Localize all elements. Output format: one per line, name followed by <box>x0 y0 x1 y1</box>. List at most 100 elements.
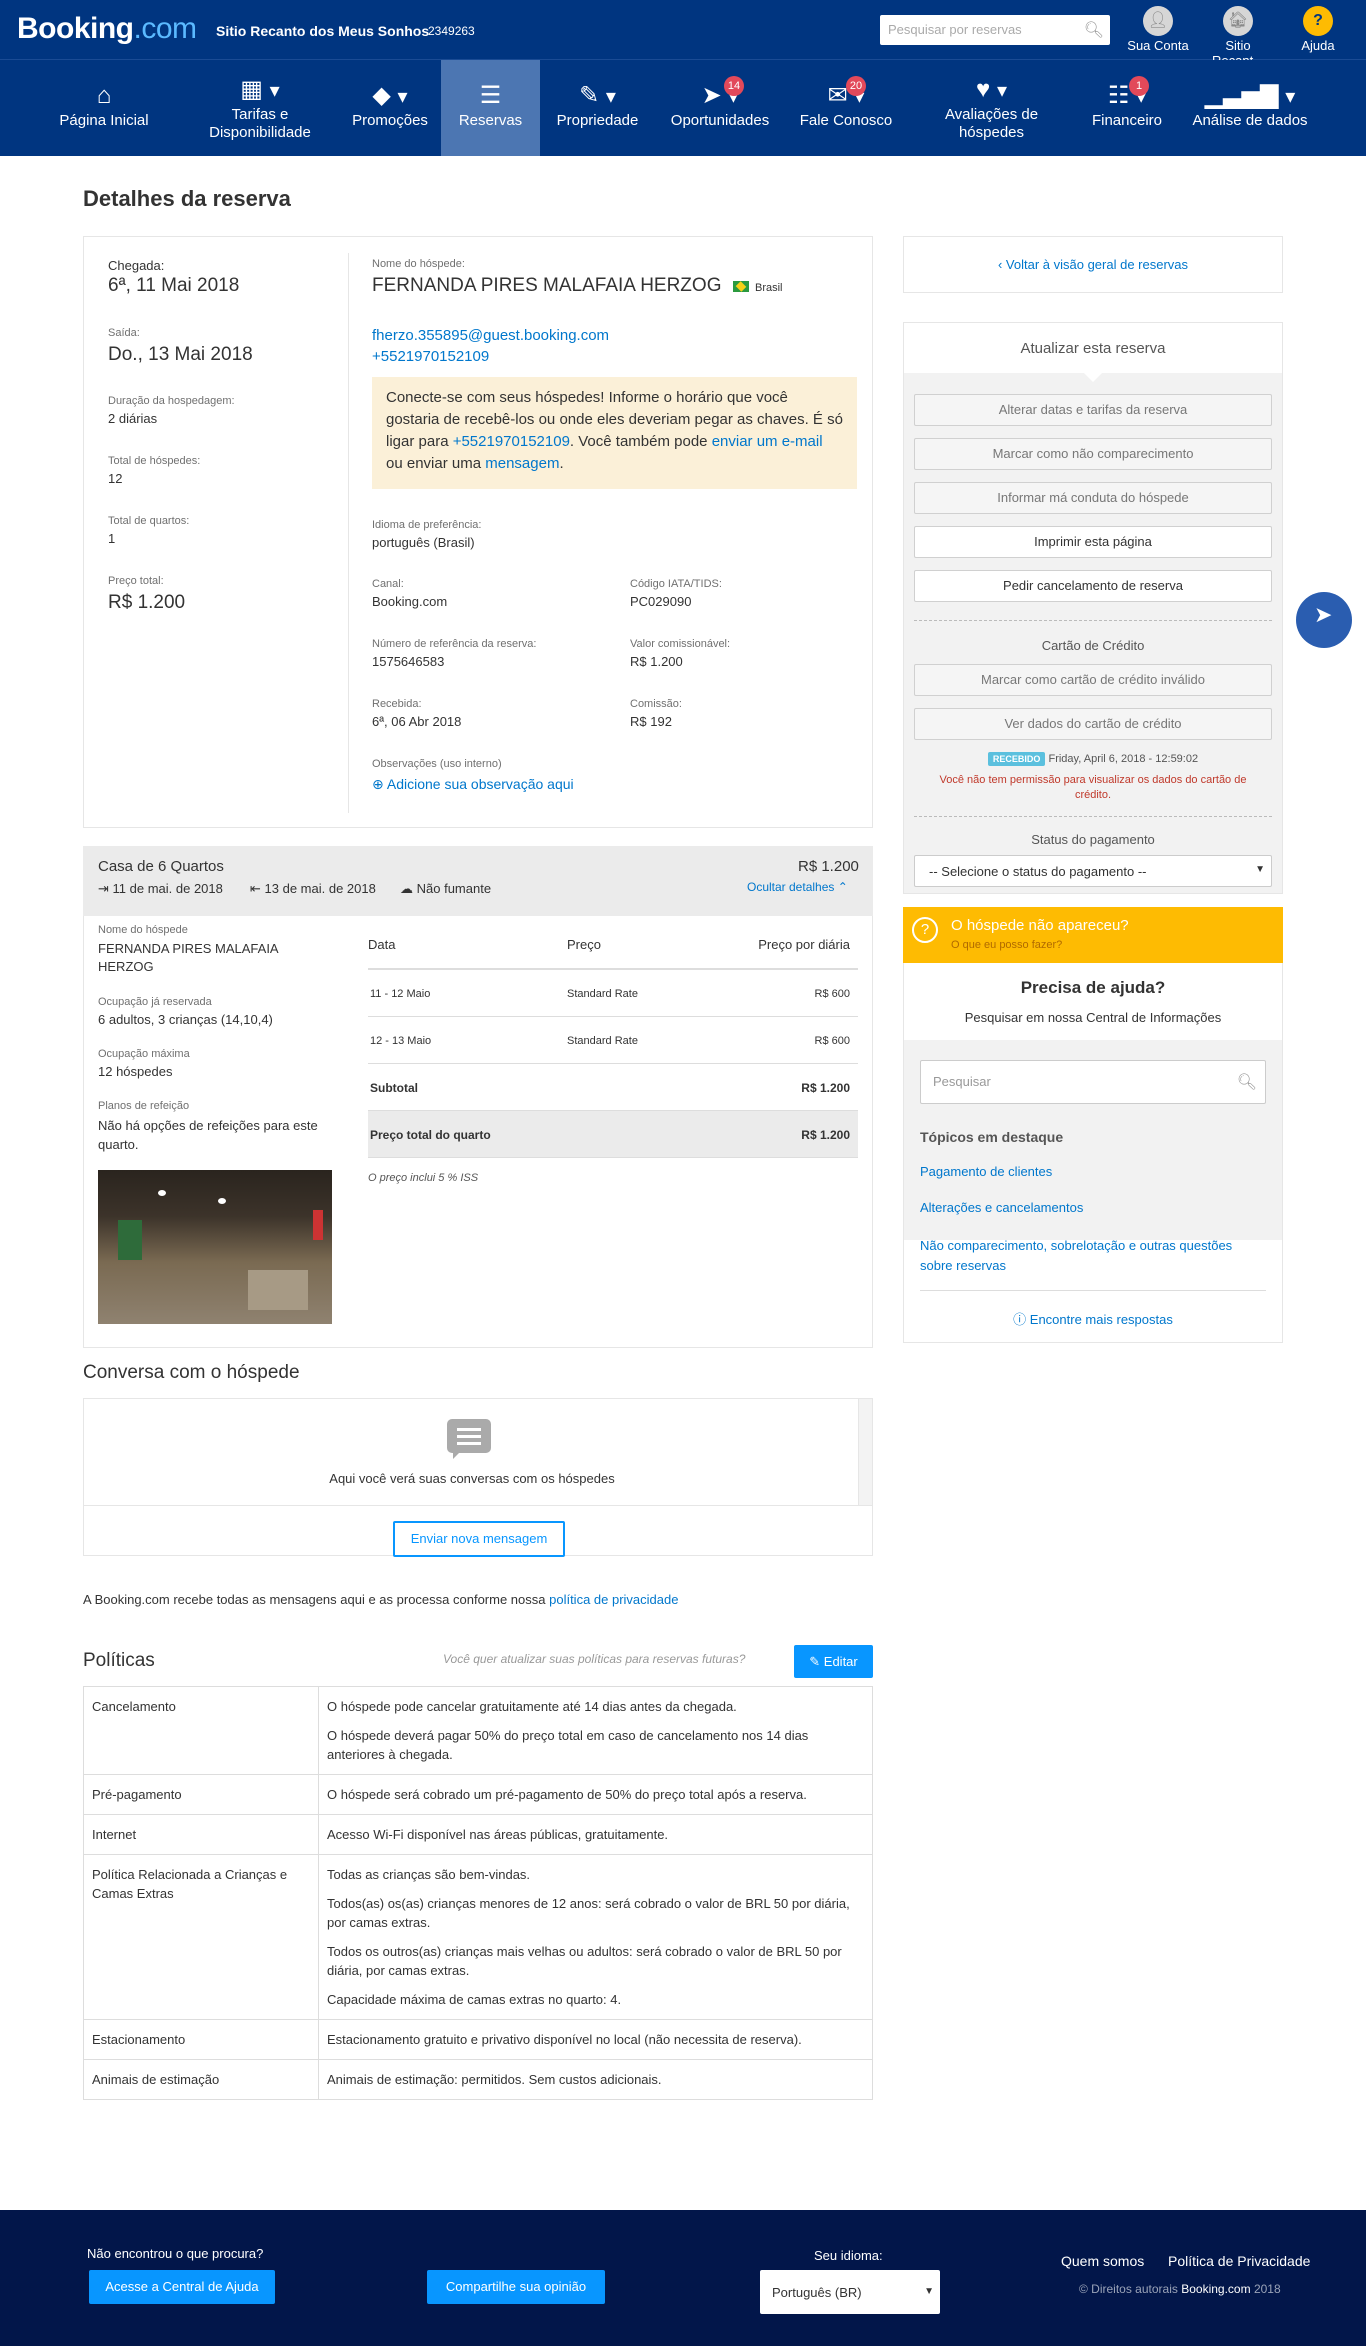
nav-rates[interactable]: ▦ ▾ Tarifas e Disponibilidade <box>180 60 340 156</box>
policy-row: Política Relacionada a Crianças e Camas … <box>83 1854 873 2020</box>
nav-contact[interactable]: ✉ ▾ Fale Conosco 20 <box>790 60 902 156</box>
property-link[interactable]: 🏠︎Sitio Recant... <box>1198 6 1278 68</box>
guest-email-link[interactable]: fherzo.355895@guest.booking.com <box>372 327 609 344</box>
nav-promotions[interactable]: ◆ ▾ Promoções <box>340 60 440 156</box>
send-email-link[interactable]: enviar um e-mail <box>712 433 823 450</box>
contact-phone-link[interactable]: +5521970152109 <box>453 433 570 450</box>
payment-status-select[interactable]: -- Selecione o status do pagamento -- ▼ <box>914 855 1272 887</box>
guests-value: 12 <box>108 471 123 486</box>
channel-label: Canal: <box>372 578 404 590</box>
more-answers-link[interactable]: ⓘ Encontre mais respostas <box>903 1309 1283 1328</box>
max-occupancy-label: Ocupação máxima <box>98 1048 190 1060</box>
help-title: Precisa de ajuda? <box>1020 978 1166 997</box>
policies-prompt: Você quer atualizar suas políticas para … <box>443 1652 746 1666</box>
footer: Não encontrou o que procura? Acesse a Ce… <box>0 2210 1366 2346</box>
room-price: R$ 1.200 <box>798 858 859 875</box>
copyright: © Direitos autorais Booking.com 2018 <box>1079 2282 1281 2296</box>
contact-guest-notice: Conecte-se com seus hóspedes! Informe o … <box>372 377 857 489</box>
header-price-per-night: Preço por diária <box>758 937 850 952</box>
meals-label: Planos de refeição <box>98 1100 190 1112</box>
channel-value: Booking.com <box>372 594 448 609</box>
booking-logo[interactable]: Booking.com <box>17 12 197 46</box>
no-show-button[interactable]: Marcar como não comparecimento <box>914 438 1272 470</box>
nav-reviews[interactable]: ♥ ▾ Avaliações de hóspedes <box>915 60 1068 156</box>
total-row: Preço total do quarto R$ 1.200 <box>368 1111 858 1158</box>
nav-reservations[interactable]: ☰ Reservas <box>441 60 540 156</box>
nav-opportunities[interactable]: ➤ ▾ Oportunidades 14 <box>660 60 780 156</box>
reference-value: 1575646583 <box>372 654 445 669</box>
conversation-box[interactable]: Aqui você verá suas conversas com os hós… <box>83 1398 873 1506</box>
policy-row: Internet Acesso Wi-Fi disponível nas área… <box>83 1814 873 1855</box>
print-page-button[interactable]: Imprimir esta página <box>914 526 1272 558</box>
back-to-reservations-link[interactable]: ‹ Voltar à visão geral de reservas <box>903 257 1283 272</box>
home-icon: ⌂ <box>96 82 112 109</box>
edit-policies-button[interactable]: ✎ Editar <box>794 1645 873 1678</box>
language-select[interactable]: Português (BR) ▼ <box>760 2270 940 2314</box>
rocket-icon: ➤ <box>1314 602 1333 627</box>
caret-down-icon: ▼ <box>1255 864 1265 875</box>
reference-label: Número de referência da reserva: <box>372 638 537 650</box>
main-nav: ⌂ Página Inicial ▦ ▾ Tarifas e Disponibili… <box>0 60 1366 156</box>
language-label: Idioma de preferência: <box>372 519 482 531</box>
header-price: Preço <box>567 937 601 952</box>
no-show-link[interactable]: O que eu posso fazer? <box>951 939 1062 951</box>
help-search-input[interactable]: Pesquisar 🔍︎ <box>920 1060 1266 1104</box>
bar-chart-icon: ▁▃▅▇ ▾ <box>1204 82 1296 109</box>
hide-details-link[interactable]: Ocultar detalhes ⌃ <box>747 880 848 894</box>
policy-row: Pré-pagamento O hóspede será cobrado um p… <box>83 1774 873 1815</box>
user-icon: 👤︎ <box>1143 6 1173 36</box>
document-icon: ☷ ▾ <box>1107 82 1147 109</box>
pencil-icon: ✎ ▾ <box>579 82 616 109</box>
duration-label: Duração da hospedagem: <box>108 395 235 407</box>
scrollbar[interactable] <box>858 1399 872 1505</box>
nav-property[interactable]: ✎ ▾ Propriedade <box>545 60 650 156</box>
rates-table: Data Preço Preço por diária 11 - 12 Maio… <box>368 924 858 1184</box>
received-badge: RECEBIDO <box>987 752 1046 766</box>
add-note-link[interactable]: ⊕ Adicione sua observação aqui <box>372 776 574 793</box>
checkin-icon: ⇥ <box>98 881 109 896</box>
room-name: Casa de 6 Quartos <box>98 858 224 875</box>
nav-home[interactable]: ⌂ Página Inicial <box>40 60 168 156</box>
no-show-banner[interactable]: ? O hóspede não apareceu? O que eu posso… <box>903 907 1283 963</box>
floating-rocket-button[interactable]: ➤ <box>1296 592 1352 648</box>
nav-analytics[interactable]: ▁▃▅▇ ▾ Análise de dados <box>1185 60 1315 156</box>
topic-link-changes[interactable]: Alterações e cancelamentos <box>920 1200 1083 1215</box>
search-icon: 🔍︎ <box>1236 1074 1257 1091</box>
checkout-icon: ⇤ <box>250 881 261 896</box>
occupancy-value: 6 adultos, 3 crianças (14,10,4) <box>98 1012 273 1027</box>
payment-status-title: Status do pagamento <box>1031 832 1155 847</box>
calendar-icon: ▦ ▾ <box>240 76 280 103</box>
share-opinion-button[interactable]: Compartilhe sua opinião <box>427 2270 605 2304</box>
policy-row: Estacionamento Estacionamento gratuito e … <box>83 2019 873 2060</box>
request-cancellation-button[interactable]: Pedir cancelamento de reserva <box>914 570 1272 602</box>
nav-finance[interactable]: ☷ ▾ Financeiro 1 <box>1082 60 1172 156</box>
view-card-button[interactable]: Ver dados do cartão de crédito <box>914 708 1272 740</box>
help-center-button[interactable]: Acesse a Central de Ajuda <box>89 2270 275 2304</box>
checkin-date: 6ª, 11 Mai 2018 <box>108 275 240 296</box>
change-dates-button[interactable]: Alterar datas e tarifas da reserva <box>914 394 1272 426</box>
total-price: R$ 1.200 <box>108 592 186 613</box>
guest-phone-link[interactable]: +5521970152109 <box>372 348 489 365</box>
guest-name-label: Nome do hóspede: <box>372 258 465 270</box>
topics-title: Tópicos em destaque <box>920 1129 1064 1145</box>
privacy-policy-link[interactable]: política de privacidade <box>549 1592 678 1607</box>
property-name[interactable]: Sitio Recanto dos Meus Sonhos <box>216 23 429 39</box>
table-row: 11 - 12 Maio Standard Rate R$ 600 <box>368 970 858 1017</box>
checkout-label: Saída: <box>108 327 140 339</box>
help-link[interactable]: ? Ajuda <box>1278 6 1358 53</box>
topic-link-no-show[interactable]: Não comparecimento, sobrelotação e outra… <box>920 1236 1260 1276</box>
about-link[interactable]: Quem somos <box>1061 2253 1144 2269</box>
mark-card-invalid-button[interactable]: Marcar como cartão de crédito inválido <box>914 664 1272 696</box>
language-label: Seu idioma: <box>814 2248 883 2263</box>
send-message-link[interactable]: mensagem <box>485 455 559 472</box>
cloud-icon: ☁ <box>400 881 413 896</box>
report-misconduct-button[interactable]: Informar má conduta do hóspede <box>914 482 1272 514</box>
account-link[interactable]: 👤︎ Sua Conta <box>1118 6 1198 53</box>
guest-country: Brasil <box>755 282 783 294</box>
room-photo[interactable] <box>98 1170 332 1324</box>
send-message-button[interactable]: Enviar nova mensagem <box>393 1521 565 1557</box>
topic-link-payment[interactable]: Pagamento de clientes <box>920 1164 1052 1179</box>
privacy-link[interactable]: Política de Privacidade <box>1168 2253 1310 2269</box>
reservation-search-input[interactable]: Pesquisar por reservas 🔍︎ <box>880 15 1110 45</box>
credit-card-title: Cartão de Crédito <box>1041 638 1145 653</box>
